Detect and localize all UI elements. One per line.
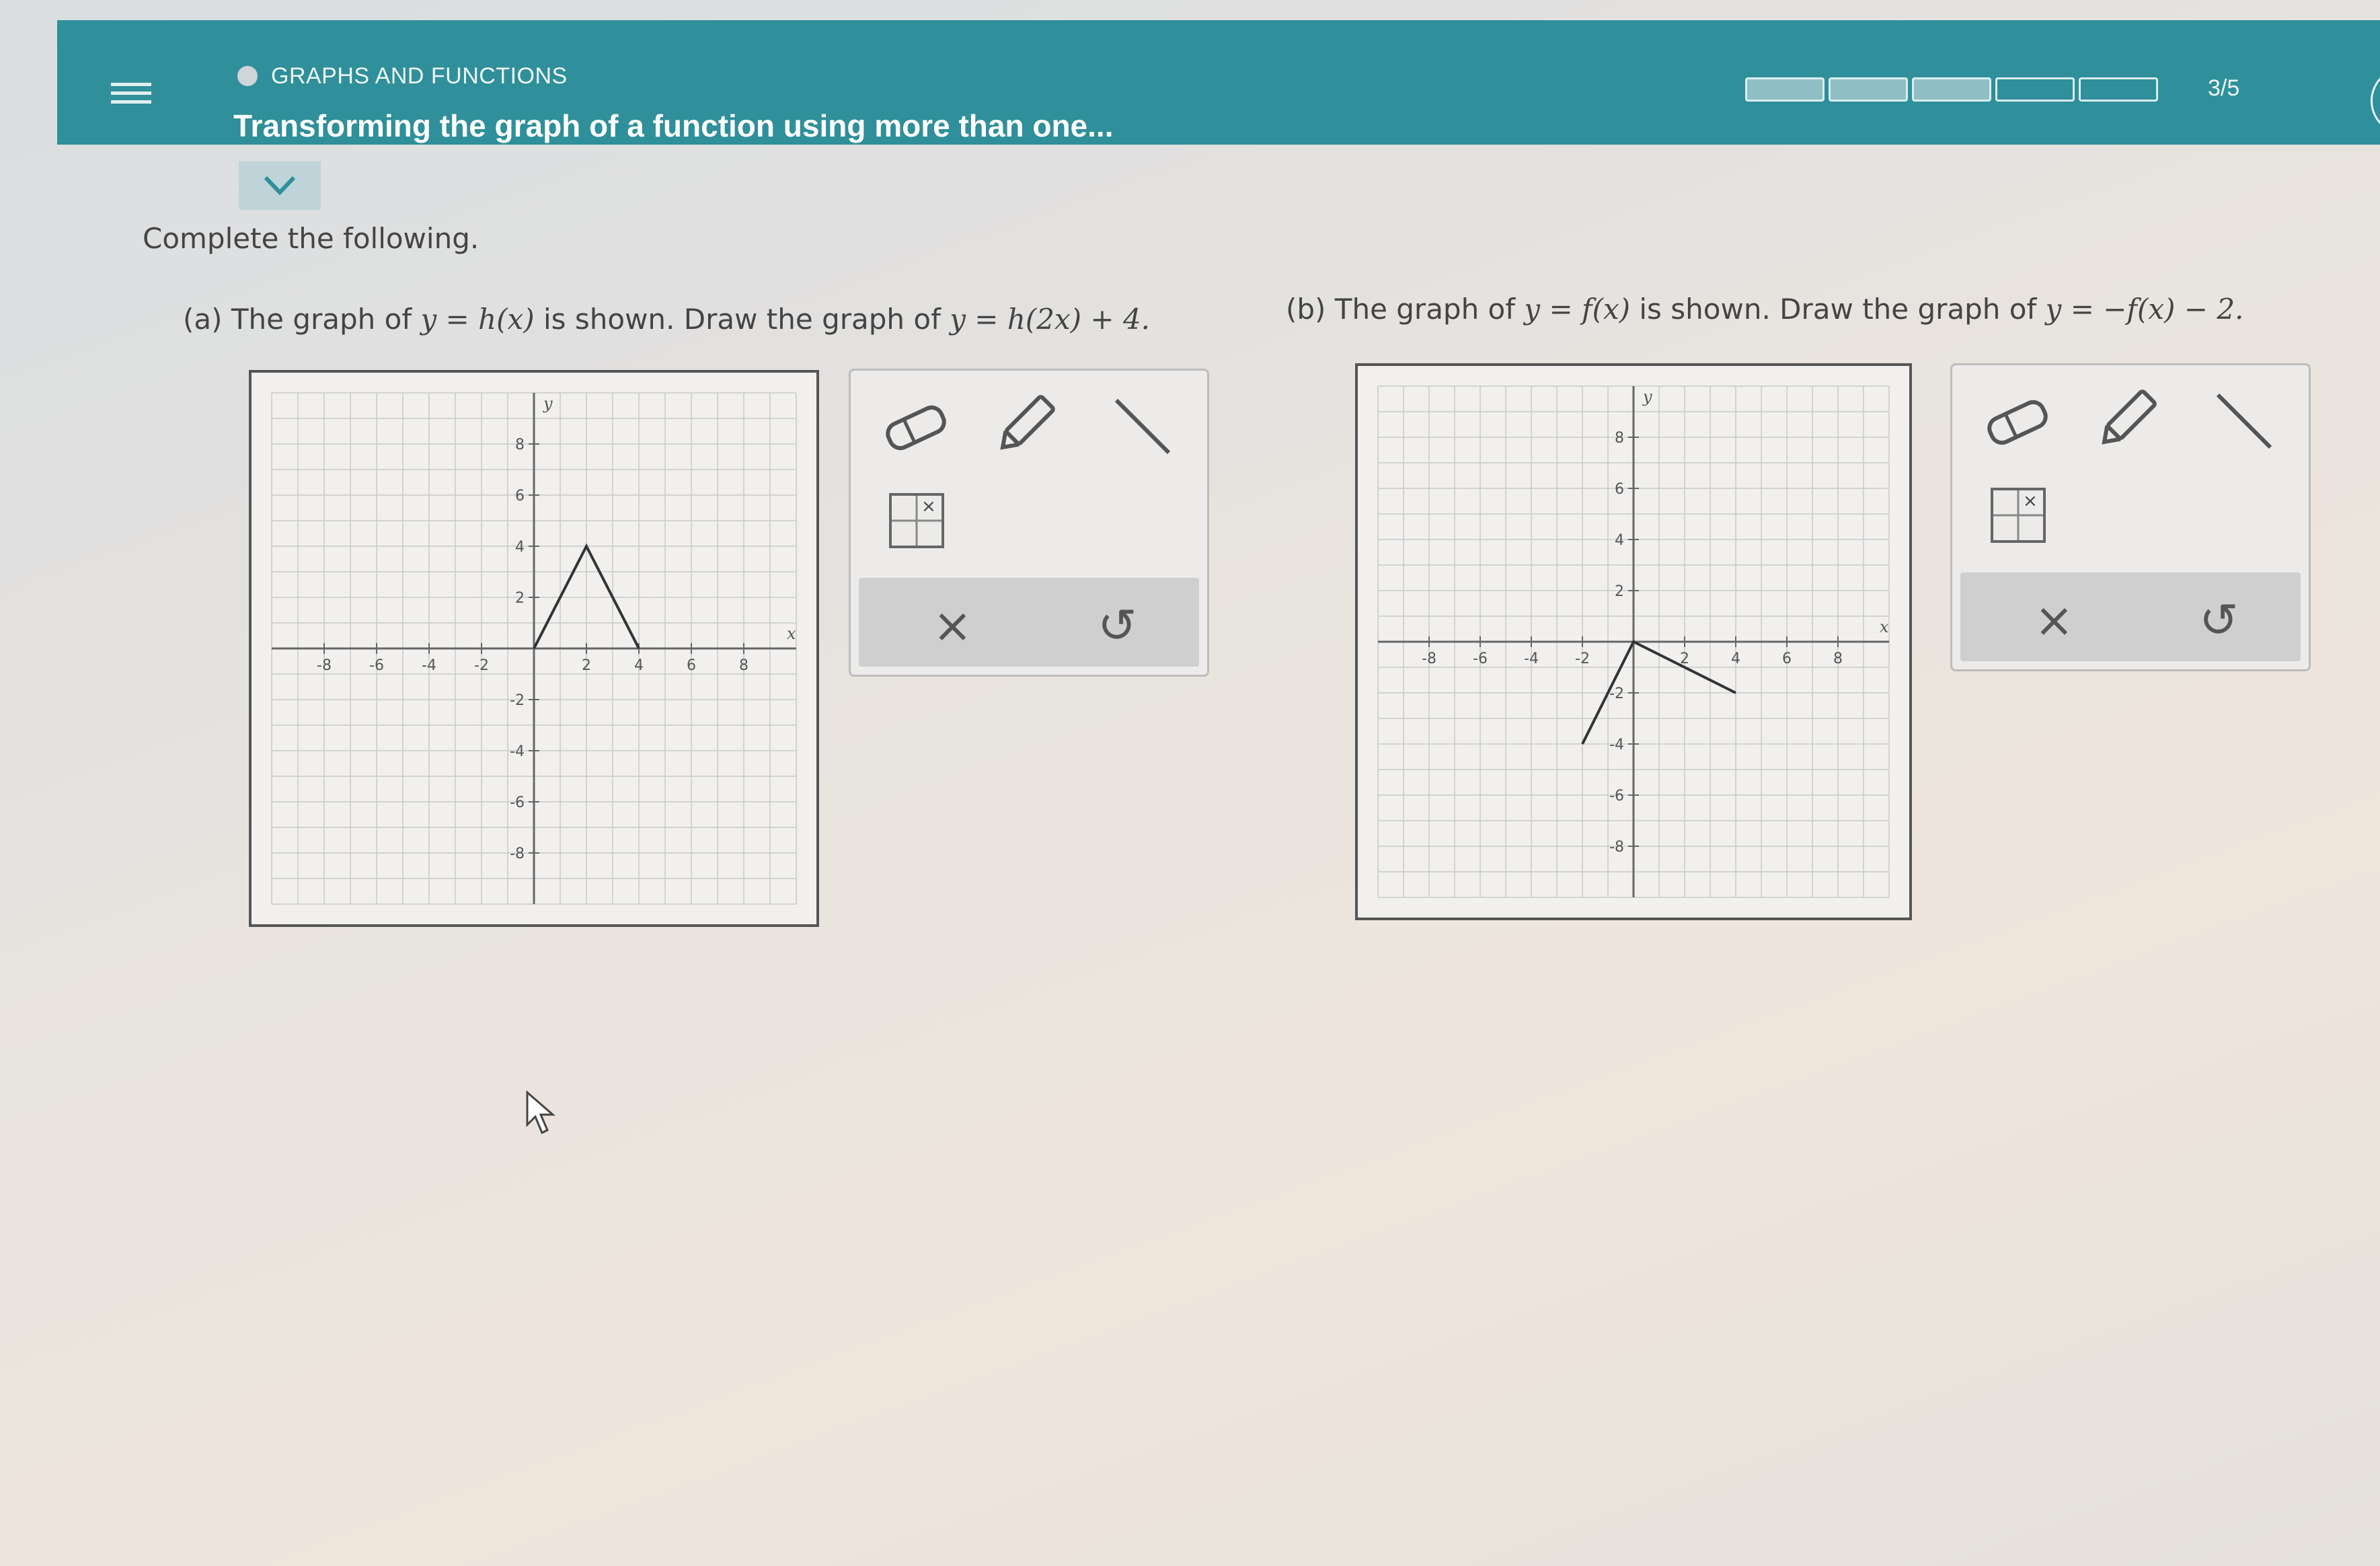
- part-a-text-1: The graph of: [231, 303, 412, 336]
- line-segment-icon[interactable]: [1110, 394, 1177, 461]
- y-tick-label: 6: [1615, 481, 1624, 498]
- instructions: Complete the following.: [143, 222, 479, 255]
- x-tick-label: 8: [739, 657, 748, 674]
- mouse-cursor-icon: [526, 1090, 556, 1135]
- progress-segment: [1995, 77, 2075, 102]
- part-b-tag: (b): [1286, 293, 1326, 326]
- x-tick-label: -4: [422, 657, 436, 674]
- y-tick-label: 2: [1615, 583, 1624, 600]
- x-tick-label: -6: [369, 657, 384, 674]
- y-tick-label: -2: [510, 692, 525, 709]
- x-tick-label: 4: [634, 657, 644, 674]
- pencil-icon[interactable]: [992, 391, 1059, 458]
- part-b-target-function: y = −f(x) − 2.: [2045, 293, 2244, 326]
- y-tick-label: 8: [515, 437, 525, 453]
- clear-button[interactable]: ×: [933, 598, 972, 653]
- clear-button[interactable]: ×: [2034, 593, 2074, 648]
- y-tick-label: 4: [1615, 532, 1624, 549]
- y-tick-label: 8: [1615, 430, 1624, 447]
- y-axis-label: y: [543, 394, 553, 413]
- svg-text:×: ×: [2023, 491, 2038, 511]
- part-b-given-function: y = f(x): [1524, 293, 1631, 326]
- point-graph-icon[interactable]: ×: [1989, 486, 2047, 544]
- y-tick-label: 2: [515, 590, 525, 607]
- part-b-action-bar: × ↺: [1960, 572, 2301, 661]
- part-b-graph-panel[interactable]: -8 -6 -4 -2 2 4 6 8 8 6 4 2 -2 -4 -6 -8 x y: [1355, 363, 1912, 920]
- x-tick-label: -8: [1422, 650, 1436, 667]
- y-tick-label: -6: [1609, 788, 1624, 805]
- part-a-toolbox: × × ↺: [849, 369, 1209, 677]
- account-button[interactable]: Ma: [2371, 67, 2380, 135]
- part-b-text-1: The graph of: [1334, 293, 1516, 326]
- collapse-toggle[interactable]: [239, 161, 321, 210]
- y-tick-label: 6: [515, 488, 525, 505]
- progress-segment: [1912, 77, 1991, 102]
- x-tick-label: 8: [1833, 650, 1843, 667]
- undo-button[interactable]: ↺: [1098, 598, 1137, 653]
- y-tick-label: -4: [510, 743, 525, 760]
- x-tick-label: -8: [317, 657, 332, 674]
- y-tick-label: -8: [510, 846, 525, 862]
- part-b-text-2: is shown. Draw the graph of: [1639, 293, 2037, 326]
- part-a-graph-panel[interactable]: -8 -6 -4 -2 2 4 6 8 8 6 4 2 -2 -4 -6 -8 x y: [249, 370, 819, 927]
- part-a-target-function: y = h(2x) + 4.: [950, 303, 1151, 336]
- topic-label: GRAPHS AND FUNCTIONS: [271, 63, 568, 89]
- eraser-icon[interactable]: [1981, 392, 2055, 453]
- x-tick-label: -2: [474, 657, 489, 674]
- x-tick-label: 2: [582, 657, 591, 674]
- part-b-prompt: (b) The graph of y = f(x) is shown. Draw…: [1286, 293, 2243, 326]
- pencil-icon[interactable]: [2094, 385, 2161, 453]
- x-tick-label: 6: [1782, 650, 1792, 667]
- x-tick-label: 4: [1731, 650, 1740, 667]
- x-tick-label: 6: [687, 657, 696, 674]
- svg-text:×: ×: [921, 496, 936, 517]
- part-a-given-function: y = h(x): [420, 303, 535, 336]
- y-axis-label: y: [1642, 387, 1652, 406]
- header-bar: GRAPHS AND FUNCTIONS Transforming the gr…: [57, 20, 2380, 145]
- part-a-tag: (a): [183, 303, 223, 336]
- undo-button[interactable]: ↺: [2199, 593, 2239, 648]
- part-b-coordinate-grid[interactable]: -8 -6 -4 -2 2 4 6 88642-2-4-6-8xy: [1358, 366, 1909, 918]
- y-tick-label: -8: [1609, 839, 1624, 856]
- x-axis-label: x: [787, 624, 796, 643]
- lesson-title: Transforming the graph of a function usi…: [233, 108, 1114, 143]
- part-a-text-2: is shown. Draw the graph of: [543, 303, 941, 336]
- topic-status-dot: [237, 66, 258, 86]
- hamburger-menu-icon[interactable]: [111, 77, 151, 118]
- y-tick-label: 4: [515, 539, 525, 556]
- progress-label: 3/5: [2208, 75, 2240, 101]
- part-a-coordinate-grid[interactable]: -8 -6 -4 -2 2 4 6 8 8 6 4 2 -2 -4 -6 -8 x y: [252, 373, 816, 924]
- chevron-down-icon: [264, 176, 296, 196]
- eraser-icon[interactable]: [879, 398, 953, 458]
- part-a-prompt: (a) The graph of y = h(x) is shown. Draw…: [183, 303, 1150, 336]
- x-tick-label: -4: [1524, 650, 1539, 667]
- progress-bar: [1745, 77, 2158, 102]
- progress-segment: [1745, 77, 1825, 102]
- x-axis-label: x: [1880, 618, 1889, 636]
- part-b-toolbox: × × ↺: [1950, 363, 2311, 671]
- point-graph-icon[interactable]: ×: [888, 492, 946, 550]
- x-tick-label: -2: [1575, 650, 1590, 667]
- y-tick-label: -6: [510, 794, 525, 811]
- part-a-action-bar: × ↺: [859, 578, 1199, 667]
- progress-segment: [1829, 77, 1908, 102]
- x-tick-label: -6: [1473, 650, 1488, 667]
- line-segment-icon[interactable]: [2211, 388, 2278, 455]
- progress-segment: [2079, 77, 2158, 102]
- y-tick-label: -4: [1609, 737, 1624, 753]
